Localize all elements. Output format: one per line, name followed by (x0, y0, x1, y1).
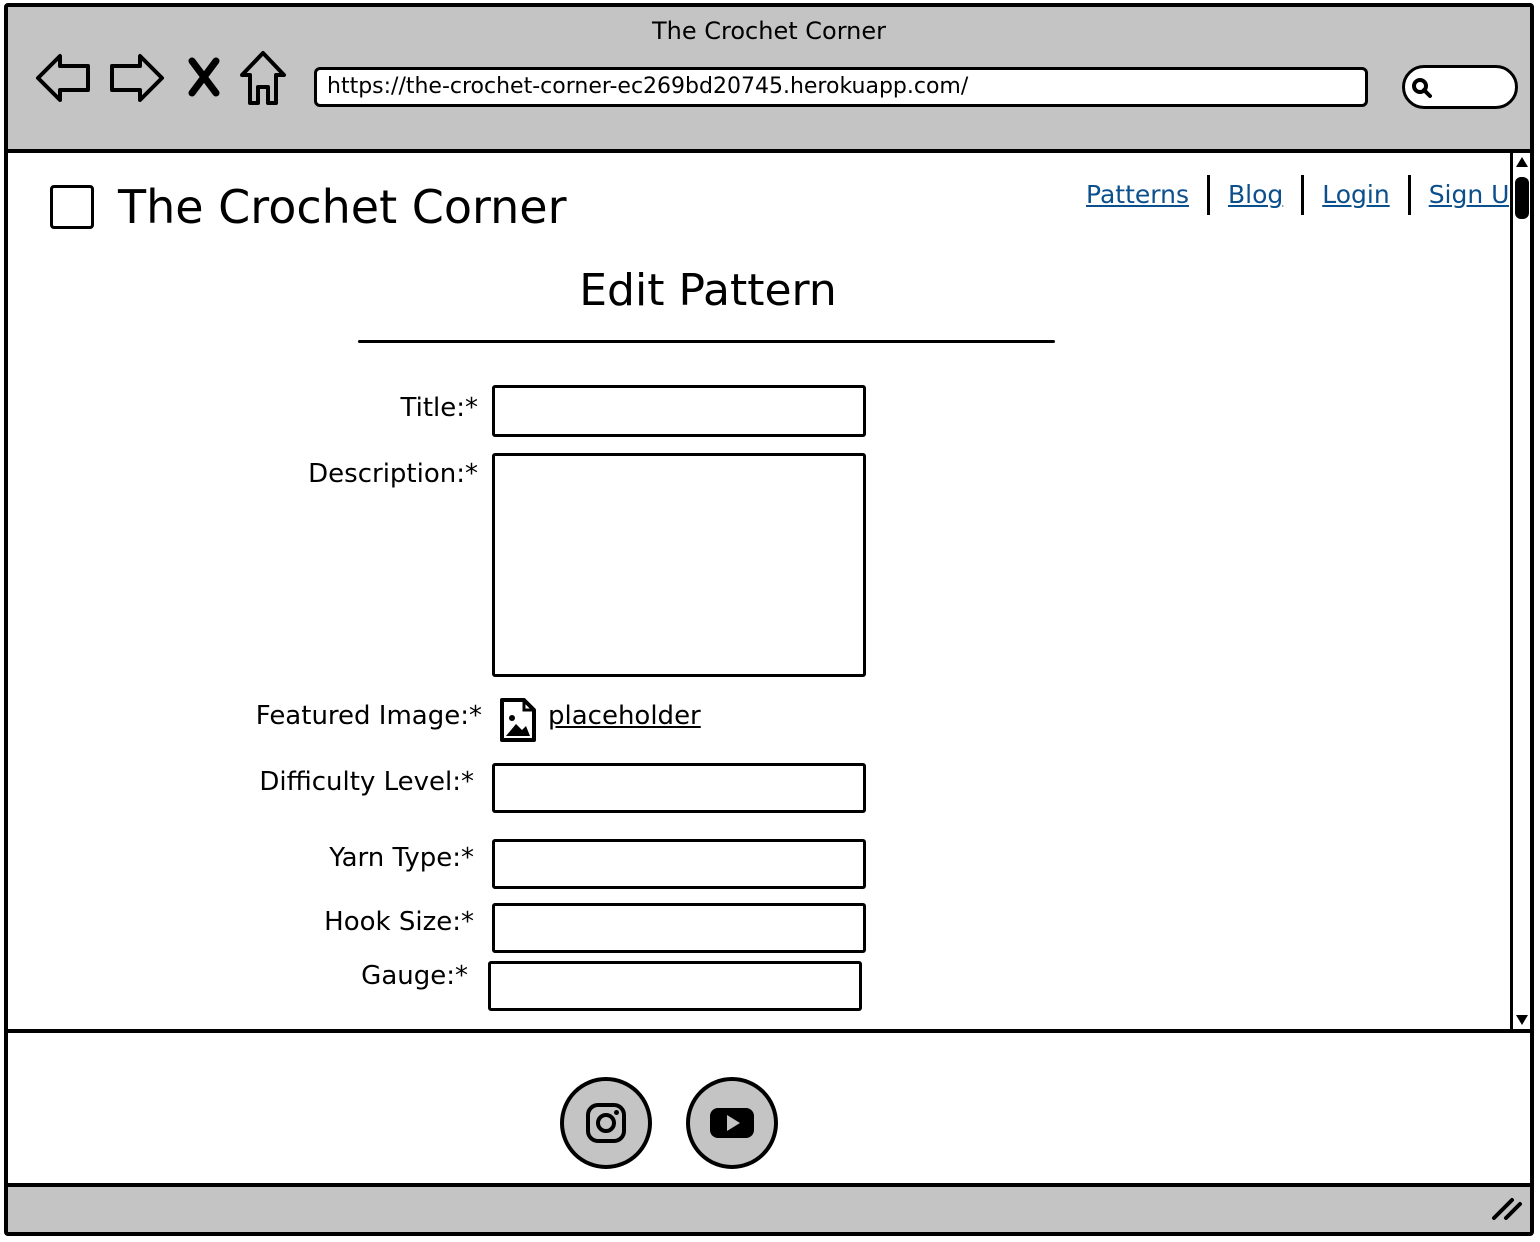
title-label: Title:* (400, 393, 478, 423)
vertical-scrollbar[interactable] (1510, 153, 1530, 1029)
page-viewport: The Crochet Corner Patterns Blog Login S… (8, 149, 1530, 1033)
scroll-down-arrow-icon[interactable] (1515, 1013, 1529, 1027)
stop-button[interactable] (186, 57, 222, 97)
forward-arrow-icon (110, 54, 164, 102)
resize-grip-icon[interactable] (1488, 1194, 1524, 1226)
gauge-label: Gauge:* (361, 961, 468, 991)
home-button[interactable] (238, 49, 288, 107)
image-file-icon (498, 696, 538, 748)
window-title: The Crochet Corner (652, 17, 886, 45)
heading-divider (358, 340, 1055, 343)
scroll-thumb[interactable] (1515, 177, 1529, 219)
nav-link-login[interactable]: Login (1322, 177, 1389, 213)
top-navigation: Patterns Blog Login Sign Up (1086, 175, 1525, 215)
title-input[interactable] (492, 385, 866, 437)
nav-divider (1206, 175, 1210, 215)
page-footer (8, 1033, 1530, 1187)
nav-divider (1407, 175, 1411, 215)
difficulty-label: Difficulty Level:* (259, 767, 474, 797)
site-logo-placeholder[interactable] (50, 185, 94, 229)
address-bar[interactable]: https://the-crochet-corner-ec269bd20745.… (314, 67, 1368, 107)
site-title[interactable]: The Crochet Corner (118, 177, 566, 237)
youtube-icon (710, 1108, 754, 1138)
close-icon (188, 57, 220, 97)
nav-link-blog[interactable]: Blog (1228, 177, 1283, 213)
instagram-icon (586, 1103, 626, 1143)
nav-link-patterns[interactable]: Patterns (1086, 177, 1189, 213)
browser-window: The Crochet Corner https://the-crochet-c… (4, 3, 1534, 1236)
forward-button[interactable] (108, 51, 166, 105)
yarn-type-label: Yarn Type:* (329, 843, 474, 873)
home-icon (240, 51, 286, 105)
instagram-button[interactable] (560, 1077, 652, 1169)
scroll-up-arrow-icon[interactable] (1515, 155, 1529, 169)
gauge-input[interactable] (488, 961, 862, 1011)
browser-search-field[interactable] (1402, 65, 1518, 109)
page-title: Edit Pattern (579, 265, 837, 316)
back-arrow-icon (36, 54, 90, 102)
youtube-button[interactable] (686, 1077, 778, 1169)
hook-size-input[interactable] (492, 903, 866, 953)
back-button[interactable] (34, 51, 92, 105)
difficulty-input[interactable] (492, 763, 866, 813)
featured-image-label: Featured Image:* (255, 701, 482, 731)
yarn-type-input[interactable] (492, 839, 866, 889)
search-icon (1412, 78, 1432, 98)
hook-size-label: Hook Size:* (324, 907, 474, 937)
featured-image-link[interactable]: placeholder (548, 699, 701, 733)
nav-divider (1301, 175, 1305, 215)
description-label: Description:* (308, 459, 478, 489)
description-textarea[interactable] (492, 453, 866, 677)
